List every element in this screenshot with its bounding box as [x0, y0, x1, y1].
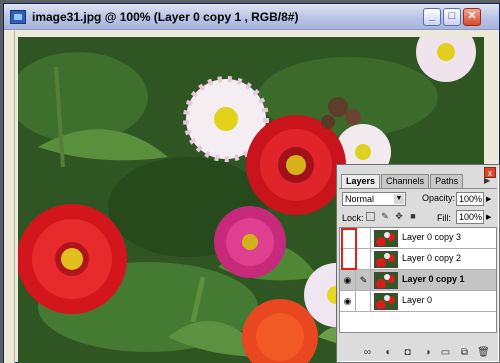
panel-menu-arrow-icon[interactable]: ▶	[484, 176, 494, 186]
layer-name: Layer 0	[402, 295, 433, 305]
layer-row-layer-0-copy-3[interactable]: Layer 0 copy 3	[340, 228, 496, 249]
document-titlebar[interactable]: image31.jpg @ 100% (Layer 0 copy 1 , RGB…	[4, 4, 499, 30]
adjustment-layer-icon[interactable]: ◑	[421, 346, 434, 359]
left-edge-bar	[4, 31, 15, 363]
close-button[interactable]: ✕	[463, 8, 481, 26]
blend-mode-select[interactable]: Normal ▼	[342, 192, 406, 206]
lock-image-brush-icon[interactable]: ✎	[380, 211, 390, 222]
lock-label: Lock:	[342, 213, 364, 223]
link-cell-empty[interactable]	[357, 228, 371, 248]
link-layers-icon[interactable]: ∞	[361, 346, 374, 359]
eye-icon[interactable]: ◉	[340, 270, 356, 290]
layer-row-layer-0-copy-2[interactable]: Layer 0 copy 2	[340, 249, 496, 270]
red-highlight-box	[341, 228, 357, 270]
panel-tabs: Layers Channels Paths	[341, 174, 464, 188]
minimize-button[interactable]: _	[423, 8, 441, 26]
layer-row-layer-0[interactable]: ◉ Layer 0	[340, 291, 496, 312]
layer-name: Layer 0 copy 3	[402, 232, 462, 242]
fill-label: Fill:	[437, 213, 451, 223]
layer-thumbnail	[374, 293, 398, 310]
layer-list: Layer 0 copy 3 Layer 0 copy 2 ◉ ✎ Layer …	[339, 227, 497, 333]
tab-layers[interactable]: Layers	[341, 174, 381, 188]
fill-input[interactable]: 100%	[456, 210, 484, 224]
new-layer-icon[interactable]: ⧉	[458, 346, 471, 359]
add-mask-icon[interactable]: ◘	[401, 346, 414, 359]
tab-paths[interactable]: Paths	[430, 174, 464, 188]
chevron-down-icon: ▼	[394, 194, 404, 204]
trash-icon[interactable]: 🗑	[477, 346, 490, 359]
layer-style-icon[interactable]: ◐	[382, 346, 395, 359]
layer-thumbnail	[374, 272, 398, 289]
lock-all-padlock-icon[interactable]: ■	[408, 211, 418, 222]
link-cell-empty[interactable]	[357, 249, 371, 269]
document-title: image31.jpg @ 100% (Layer 0 copy 1 , RGB…	[32, 10, 299, 24]
opacity-input[interactable]: 100%	[456, 192, 484, 206]
opacity-arrow-icon[interactable]: ▶	[486, 195, 491, 203]
layer-name: Layer 0 copy 2	[402, 253, 462, 263]
opacity-label: Opacity:	[422, 193, 456, 203]
lock-transparency-icon[interactable]	[366, 212, 375, 221]
layers-panel-body: Normal ▼ Opacity: 100% ▶ Lock: ✎ ✥ ■ Fil…	[339, 188, 497, 362]
eye-icon[interactable]: ◉	[340, 291, 356, 311]
blend-mode-value: Normal	[345, 194, 375, 204]
layer-thumbnail	[374, 230, 398, 247]
brush-icon[interactable]: ✎	[357, 270, 371, 290]
link-cell-empty[interactable]	[357, 291, 371, 311]
maximize-button[interactable]: □	[443, 8, 461, 26]
fill-arrow-icon[interactable]: ▶	[486, 213, 491, 221]
tab-channels[interactable]: Channels	[381, 174, 430, 188]
layer-name: Layer 0 copy 1	[402, 274, 465, 284]
layers-panel-footer: ∞ ◐ ◘ ◑ ▭ ⧉ 🗑	[339, 346, 497, 360]
layer-thumbnail	[374, 251, 398, 268]
new-group-folder-icon[interactable]: ▭	[439, 346, 452, 359]
lock-position-move-icon[interactable]: ✥	[394, 211, 404, 222]
layer-row-layer-0-copy-1[interactable]: ◉ ✎ Layer 0 copy 1	[340, 270, 496, 291]
photoshop-document-icon	[10, 10, 26, 24]
layers-panel: x Layers Channels Paths ▶ Normal ▼ Opaci…	[336, 164, 500, 363]
